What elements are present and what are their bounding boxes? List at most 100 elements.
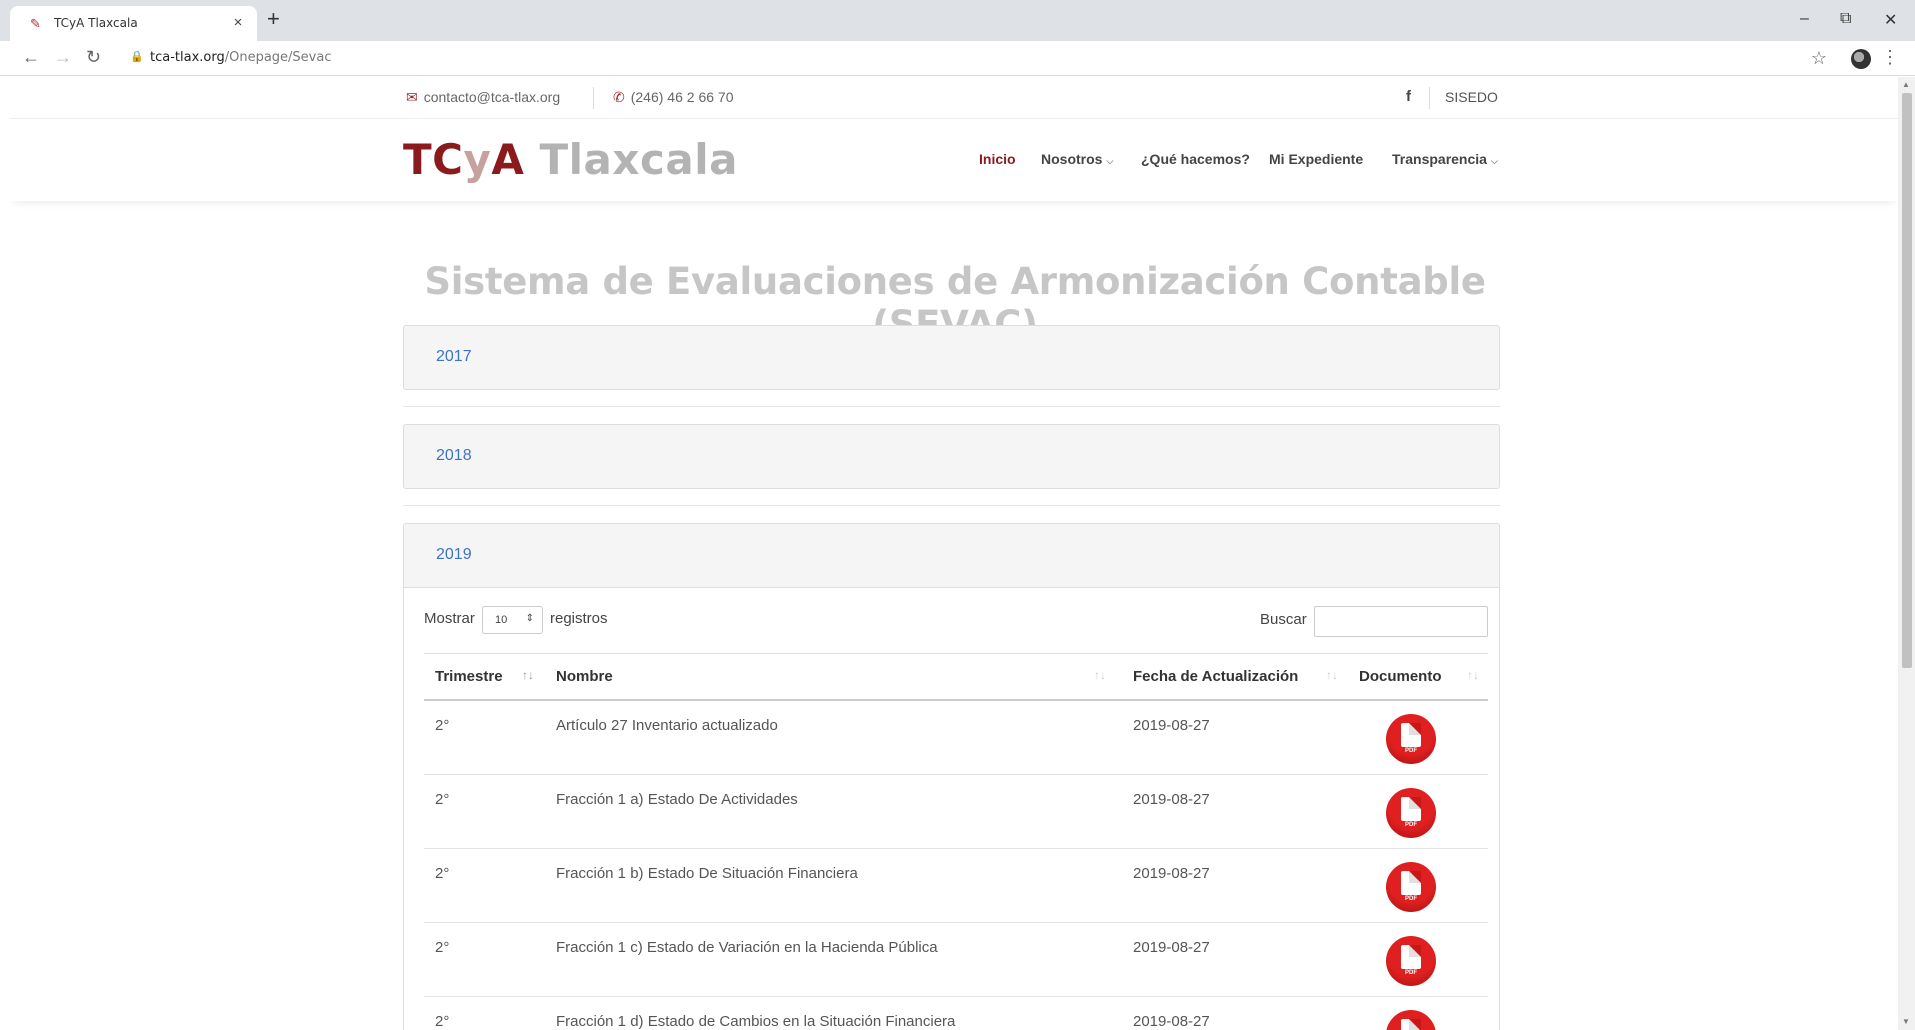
accordion-panel-2018[interactable]: 2018 bbox=[403, 424, 1500, 489]
column-header-documento[interactable]: Documento bbox=[1359, 668, 1442, 685]
select-arrows-icon: ⇕ bbox=[525, 613, 534, 624]
pdf-label: PDF bbox=[1405, 970, 1417, 976]
column-header-fecha[interactable]: Fecha de Actualización bbox=[1133, 668, 1298, 685]
restore-button[interactable]: ⧉ bbox=[1840, 10, 1851, 28]
divider bbox=[403, 505, 1500, 506]
cell-fecha: 2019-08-27 bbox=[1133, 717, 1210, 734]
nav-que-hacemos[interactable]: ¿Qué hacemos? bbox=[1141, 151, 1250, 167]
tab-close-icon[interactable]: × bbox=[229, 14, 247, 31]
browser-tab-strip: ✎ TCyA Tlaxcala × + – ⧉ ✕ bbox=[0, 0, 1915, 41]
documents-table: Trimestre ↑↓ Nombre ↑↓ Fecha de Actualiz… bbox=[424, 653, 1488, 1030]
column-header-nombre[interactable]: Nombre bbox=[556, 668, 613, 685]
browser-toolbar: ← → ↻ 🔒 tca-tlax.org/Onepage/Sevac ☆ ⋮ bbox=[0, 41, 1915, 76]
nav-transparencia[interactable]: Transparencia ⌵ bbox=[1392, 151, 1498, 167]
lock-icon: 🔒 bbox=[130, 51, 144, 63]
panel-heading[interactable]: 2018 bbox=[404, 425, 1499, 488]
divider bbox=[403, 406, 1500, 407]
accordion-panel-2017[interactable]: 2017 bbox=[403, 325, 1500, 390]
panel-heading[interactable]: 2019 bbox=[404, 524, 1499, 587]
tab-title: TCyA Tlaxcala bbox=[54, 16, 138, 30]
browser-menu-icon[interactable]: ⋮ bbox=[1881, 47, 1899, 68]
table-row: 2° Artículo 27 Inventario actualizado 20… bbox=[424, 701, 1488, 775]
panel-heading[interactable]: 2017 bbox=[404, 326, 1499, 389]
nav-mi-expediente[interactable]: Mi Expediente bbox=[1269, 151, 1363, 167]
sisedo-link[interactable]: SISEDO bbox=[1445, 89, 1498, 105]
cell-nombre: Fracción 1 d) Estado de Cambios en la Si… bbox=[556, 1013, 956, 1030]
phone-text: (246) 46 2 66 70 bbox=[630, 89, 734, 105]
cell-nombre: Fracción 1 b) Estado De Situación Financ… bbox=[556, 865, 858, 882]
vertical-scrollbar[interactable]: ▲ ▼ bbox=[1898, 77, 1915, 1030]
table-row: 2° Fracción 1 d) Estado de Cambios en la… bbox=[424, 997, 1488, 1030]
forward-arrow-icon[interactable]: → bbox=[54, 47, 72, 68]
new-tab-button[interactable]: + bbox=[267, 8, 280, 30]
browser-tab[interactable]: ✎ TCyA Tlaxcala × bbox=[10, 6, 257, 41]
chevron-down-icon: ⌵ bbox=[1106, 156, 1114, 166]
cell-trimestre: 2° bbox=[435, 865, 450, 882]
bookmark-star-icon[interactable]: ☆ bbox=[1811, 48, 1827, 69]
pdf-sheet bbox=[1401, 723, 1421, 747]
cell-fecha: 2019-08-27 bbox=[1133, 939, 1210, 956]
back-arrow-icon[interactable]: ← bbox=[22, 47, 40, 68]
minimize-button[interactable]: – bbox=[1800, 10, 1809, 28]
address-bar[interactable]: 🔒 tca-tlax.org/Onepage/Sevac bbox=[116, 46, 1816, 71]
pdf-download-icon[interactable]: PDF bbox=[1386, 1010, 1436, 1030]
url-text: tca-tlax.org/Onepage/Sevac bbox=[150, 50, 332, 65]
pdf-sheet bbox=[1401, 1019, 1421, 1030]
logo-part: Tlaxcala bbox=[524, 135, 738, 184]
url-host: tca-tlax.org bbox=[150, 50, 225, 65]
sort-icon[interactable]: ↑↓ bbox=[1467, 668, 1479, 682]
cell-fecha: 2019-08-27 bbox=[1133, 1013, 1210, 1030]
divider bbox=[593, 87, 594, 109]
email-link[interactable]: ✉ contacto@tca-tlax.org bbox=[406, 89, 560, 106]
scroll-up-arrow-icon[interactable]: ▲ bbox=[1902, 80, 1910, 89]
search-input[interactable] bbox=[1314, 606, 1488, 637]
pdf-download-icon[interactable]: PDF bbox=[1386, 788, 1436, 838]
cell-nombre: Artículo 27 Inventario actualizado bbox=[556, 717, 778, 734]
phone-link[interactable]: ✆ (246) 46 2 66 70 bbox=[613, 89, 733, 106]
pdf-label: PDF bbox=[1405, 748, 1417, 754]
table-row: 2° Fracción 1 a) Estado De Actividades 2… bbox=[424, 775, 1488, 849]
column-header-trimestre[interactable]: Trimestre bbox=[435, 668, 503, 685]
table-header: Trimestre ↑↓ Nombre ↑↓ Fecha de Actualiz… bbox=[424, 653, 1488, 701]
page-size-value: 10 bbox=[495, 614, 508, 626]
logo-part: TC bbox=[403, 135, 464, 184]
cell-trimestre: 2° bbox=[435, 1013, 450, 1030]
pdf-download-icon[interactable]: PDF bbox=[1386, 936, 1436, 986]
nav-label: Nosotros bbox=[1041, 151, 1103, 167]
records-label: registros bbox=[550, 610, 608, 627]
reload-icon[interactable]: ↻ bbox=[86, 47, 101, 68]
scrollbar-thumb[interactable] bbox=[1902, 93, 1912, 668]
pdf-download-icon[interactable]: PDF bbox=[1386, 862, 1436, 912]
cell-nombre: Fracción 1 c) Estado de Variación en la … bbox=[556, 939, 938, 956]
sort-icon[interactable]: ↑↓ bbox=[1094, 668, 1106, 682]
logo-part: A bbox=[491, 135, 525, 184]
pdf-sheet bbox=[1401, 871, 1421, 895]
scroll-down-arrow-icon[interactable]: ▼ bbox=[1902, 1017, 1910, 1026]
facebook-icon[interactable]: f bbox=[1406, 88, 1411, 105]
page-size-select[interactable]: 10 ⇕ bbox=[482, 606, 543, 634]
pdf-download-icon[interactable]: PDF bbox=[1386, 714, 1436, 764]
nav-label: Transparencia bbox=[1392, 151, 1487, 167]
email-text: contacto@tca-tlax.org bbox=[423, 89, 561, 105]
profile-avatar[interactable] bbox=[1851, 49, 1871, 69]
url-path: /Onepage/Sevac bbox=[224, 50, 332, 65]
sort-icon[interactable]: ↑↓ bbox=[1326, 668, 1338, 682]
page-viewport: ✉ contacto@tca-tlax.org ✆ (246) 46 2 66 70… bbox=[10, 77, 1898, 1030]
site-logo[interactable]: TCyA Tlaxcala bbox=[403, 135, 738, 184]
sort-icon[interactable]: ↑↓ bbox=[522, 668, 534, 682]
accordion-panel-2019[interactable]: 2019 bbox=[403, 523, 1500, 588]
nav-nosotros[interactable]: Nosotros ⌵ bbox=[1041, 151, 1113, 167]
pdf-sheet bbox=[1401, 797, 1421, 821]
divider bbox=[1429, 87, 1430, 109]
close-window-button[interactable]: ✕ bbox=[1884, 10, 1897, 30]
chevron-down-icon: ⌵ bbox=[1490, 156, 1498, 166]
cell-trimestre: 2° bbox=[435, 791, 450, 808]
pdf-sheet bbox=[1401, 945, 1421, 969]
show-label: Mostrar bbox=[424, 610, 475, 627]
table-row: 2° Fracción 1 b) Estado De Situación Fin… bbox=[424, 849, 1488, 923]
nav-inicio[interactable]: Inicio bbox=[979, 151, 1016, 167]
table-row: 2° Fracción 1 c) Estado de Variación en … bbox=[424, 923, 1488, 997]
search-label: Buscar bbox=[1260, 611, 1307, 628]
panel-2019-body: Mostrar 10 ⇕ registros Buscar Trimestre … bbox=[403, 588, 1500, 1030]
envelope-icon: ✉ bbox=[406, 89, 418, 105]
